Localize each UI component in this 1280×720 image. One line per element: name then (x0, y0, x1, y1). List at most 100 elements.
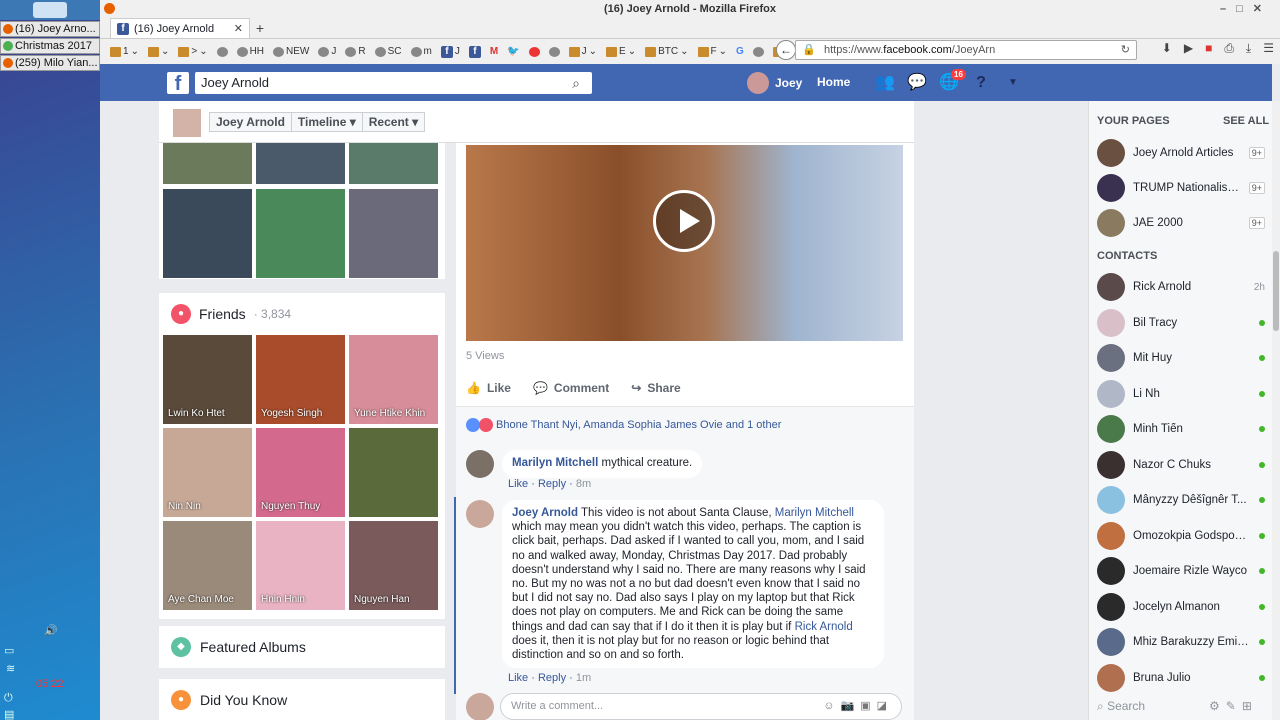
contact-item[interactable]: Mit Huy (1097, 343, 1265, 373)
camera-icon[interactable]: 📷 (840, 700, 860, 712)
recent-dropdown[interactable]: Recent ▾ (363, 113, 424, 131)
profile-name-link[interactable]: Joey Arnold (210, 113, 292, 131)
bookmark-2[interactable]: ⌄ (147, 46, 169, 57)
downloads-icon[interactable]: ⤓ (1246, 41, 1251, 56)
wifi-icon[interactable]: ≋ (6, 662, 15, 675)
contact-item[interactable]: Mânyzzy Dêšîgnêr T... (1097, 485, 1265, 515)
timeline-dropdown[interactable]: Timeline ▾ (292, 113, 363, 131)
messenger-icon[interactable]: 💬 (907, 73, 927, 93)
window-controls[interactable]: –□✕ (1220, 0, 1272, 18)
avatar[interactable] (173, 109, 201, 137)
taskbar-item-joey[interactable]: (16) Joey Arno... (0, 21, 100, 37)
friend-tile[interactable]: Hnin Hnin (256, 521, 345, 610)
video-player[interactable] (466, 145, 903, 341)
sidebar-page-item[interactable]: TRUMP Nationalism ... 9+ (1097, 173, 1265, 203)
friend-tile[interactable] (349, 428, 438, 517)
bookmark-3[interactable]: > ⌄ (178, 46, 208, 57)
contact-item[interactable]: Bruna Julio (1097, 663, 1265, 693)
contact-item[interactable]: Joemaire Rizle Wayco (1097, 556, 1265, 586)
new-tab-button[interactable]: + (250, 18, 270, 38)
reload-icon[interactable]: ↻ (1121, 41, 1130, 59)
bookmark-jfolder[interactable]: J ⌄ (568, 46, 597, 57)
friend-tile[interactable]: Nguyen Han (349, 521, 438, 610)
photo-thumbnail[interactable] (349, 189, 438, 278)
desktop-menu-button[interactable] (0, 0, 100, 20)
tab-facebook[interactable]: f (16) Joey Arnold ✕ (110, 18, 250, 38)
bookmark-efolder[interactable]: E ⌄ (606, 46, 636, 57)
bookmark-m[interactable]: m (410, 46, 432, 57)
contact-item[interactable]: Mhiz Barakuzzy Emill... (1097, 627, 1265, 657)
friend-tile[interactable]: Aye Chan Moe (163, 521, 252, 610)
taskbar-item-christmas[interactable]: Christmas 2017 (0, 38, 100, 54)
account-menu-icon[interactable]: ▼ (1003, 73, 1023, 93)
compose-icon[interactable]: ✎ (1226, 699, 1242, 713)
photo-thumbnail[interactable] (256, 143, 345, 184)
extension-icon[interactable]: ■ (1205, 41, 1212, 56)
comment-like-link[interactable]: Like (508, 478, 528, 490)
sidebar-page-item[interactable]: Joey Arnold Articles 9+ (1097, 138, 1265, 168)
avatar[interactable] (466, 450, 494, 478)
bookmark-fbj[interactable]: fJ (440, 45, 460, 58)
url-bar[interactable]: 🔒 https://www.facebook.com/JoeyArn ↻ (795, 40, 1137, 60)
bookmark-1[interactable]: 1 ⌄ (110, 46, 139, 57)
bookmark-fb[interactable]: f (468, 45, 481, 58)
bookmark-sc[interactable]: SC (374, 46, 402, 57)
comment-like-link[interactable]: Like (508, 672, 528, 684)
play-icon[interactable] (653, 190, 715, 252)
avatar[interactable] (466, 500, 494, 528)
gif-icon[interactable]: ▣ (860, 700, 876, 712)
friend-requests-icon[interactable]: 👥 (875, 73, 895, 93)
bookmark-j[interactable]: J (318, 46, 336, 57)
power-icon[interactable]: ⏻ (4, 692, 13, 705)
did-you-know-card[interactable]: ● Did You Know (159, 679, 445, 720)
bookmark-yt[interactable] (528, 46, 540, 57)
page-scrollbar[interactable] (1272, 101, 1280, 720)
window-list-icon[interactable]: ▤ (4, 708, 14, 720)
bookmark-r[interactable]: R (345, 46, 366, 57)
friend-tile[interactable]: Nin Nin (163, 428, 252, 517)
contact-item[interactable]: Minh Tiến (1097, 414, 1265, 444)
friends-title[interactable]: Friends (199, 306, 246, 322)
mention-link[interactable]: Rick Arnold (795, 621, 853, 633)
bookmark-google[interactable]: G (736, 46, 744, 57)
photo-thumbnail[interactable] (163, 143, 252, 184)
comment-reply-link[interactable]: Reply (538, 478, 566, 490)
featured-albums-card[interactable]: ◆ Featured Albums (159, 626, 445, 668)
bookmark-globe[interactable] (548, 46, 560, 57)
contact-item[interactable]: Omozokpia Godspower (1097, 521, 1265, 551)
see-all-link[interactable]: SEE ALL (1223, 115, 1269, 127)
like-button[interactable]: 👍 Like (466, 381, 511, 395)
friend-tile[interactable]: Yune Htike Khin (349, 335, 438, 424)
reactions-summary[interactable]: Bhone Thant Nyi, Amanda Sophia James Ovi… (466, 418, 781, 432)
search-icon[interactable]: ⌕ (572, 72, 580, 94)
bookmark-globe2[interactable] (752, 46, 764, 57)
bookmark-hh[interactable]: HH (236, 46, 264, 57)
mention-link[interactable]: Marilyn Mitchell (775, 507, 854, 519)
bookmark-btc[interactable]: BTC ⌄ (645, 46, 689, 57)
contact-item[interactable]: Rick Arnold 2h (1097, 272, 1265, 302)
back-button[interactable]: ← (776, 40, 796, 60)
bookmark-ffolder[interactable]: F ⌄ (697, 46, 727, 57)
contact-item[interactable]: Jocelyn Almanon (1097, 592, 1265, 622)
share-button[interactable]: ↪ Share (631, 381, 680, 395)
comment-author[interactable]: Joey Arnold (512, 507, 578, 519)
photo-thumbnail[interactable] (349, 143, 438, 184)
taskbar-item-milo[interactable]: (259) Milo Yian... (0, 55, 100, 71)
help-icon[interactable]: ? (971, 73, 991, 93)
comment-reply-link[interactable]: Reply (538, 672, 566, 684)
photo-thumbnail[interactable] (163, 189, 252, 278)
download-icon[interactable]: ⬇ (1162, 41, 1172, 56)
bookmark-twitter[interactable]: 🐦 (507, 46, 519, 57)
friend-tile[interactable]: Yogesh Singh (256, 335, 345, 424)
contact-item[interactable]: Nazor C Chuks (1097, 450, 1265, 480)
sticker-icon[interactable]: ◪ (877, 700, 893, 712)
friend-tile[interactable]: Lwin Ko Htet (163, 335, 252, 424)
group-icon[interactable]: ⊞ (1242, 699, 1258, 713)
photo-thumbnail[interactable] (256, 189, 345, 278)
profile-link[interactable]: Joey (747, 72, 802, 94)
sidebar-page-item[interactable]: JAE 2000 9+ (1097, 208, 1265, 238)
emoji-icon[interactable]: ☺ (823, 700, 840, 712)
volume-icon[interactable]: 🔊 (44, 624, 58, 637)
contact-item[interactable]: Li Nh (1097, 379, 1265, 409)
home-link[interactable]: Home (817, 75, 850, 89)
